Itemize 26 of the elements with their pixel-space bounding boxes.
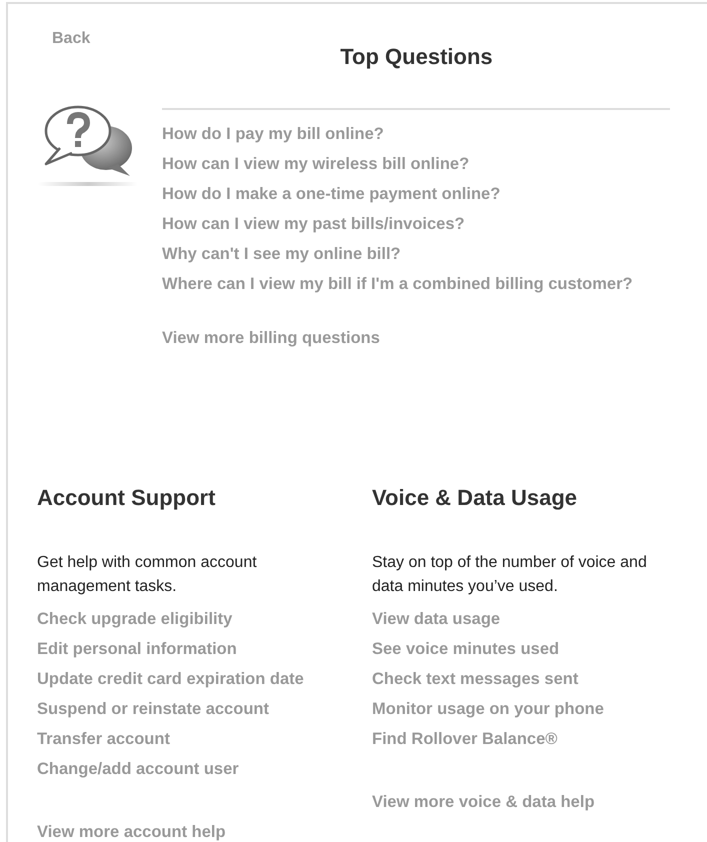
page-title: Top Questions <box>340 44 493 70</box>
more-link[interactable]: View more billing questions <box>162 328 380 348</box>
help-link[interactable]: Edit personal information <box>37 639 237 659</box>
section-description: Stay on top of the number of voice and data minutes you’ve used. <box>372 553 648 597</box>
question-link[interactable]: How can I view my past bills/invoices? <box>162 214 465 234</box>
help-link[interactable]: Check upgrade eligibility <box>37 609 232 629</box>
help-link[interactable]: Transfer account <box>37 729 170 749</box>
more-link[interactable]: View more voice & data help <box>372 792 595 812</box>
help-link[interactable]: Change/add account user <box>37 759 239 779</box>
help-link[interactable]: View data usage <box>372 609 500 629</box>
question-link[interactable]: How do I make a one-time payment online? <box>162 184 500 204</box>
help-link[interactable]: Monitor usage on your phone <box>372 699 604 719</box>
more-link[interactable]: View more account help <box>37 822 226 842</box>
question-link[interactable]: Where can I view my bill if I'm a combined billing customer? <box>162 274 633 294</box>
question-link[interactable]: How can I view my wireless bill online? <box>162 154 470 174</box>
help-link[interactable]: Update credit card expiration date <box>37 669 304 689</box>
section-description: Get help with common account management tasks. <box>37 553 258 597</box>
help-link[interactable]: Suspend or reinstate account <box>37 699 269 719</box>
back-link[interactable]: Back <box>52 30 90 50</box>
help-link[interactable]: Check text messages sent <box>372 669 578 689</box>
section-heading: Account Support <box>37 485 216 511</box>
help-link[interactable]: Find Rollover Balance® <box>372 729 558 749</box>
section-heading: Voice & Data Usage <box>372 485 578 511</box>
question-link[interactable]: How do I pay my bill online? <box>162 124 384 144</box>
help-link[interactable]: See voice minutes used <box>372 639 560 659</box>
question-link[interactable]: Why can't I see my online bill? <box>162 244 401 264</box>
